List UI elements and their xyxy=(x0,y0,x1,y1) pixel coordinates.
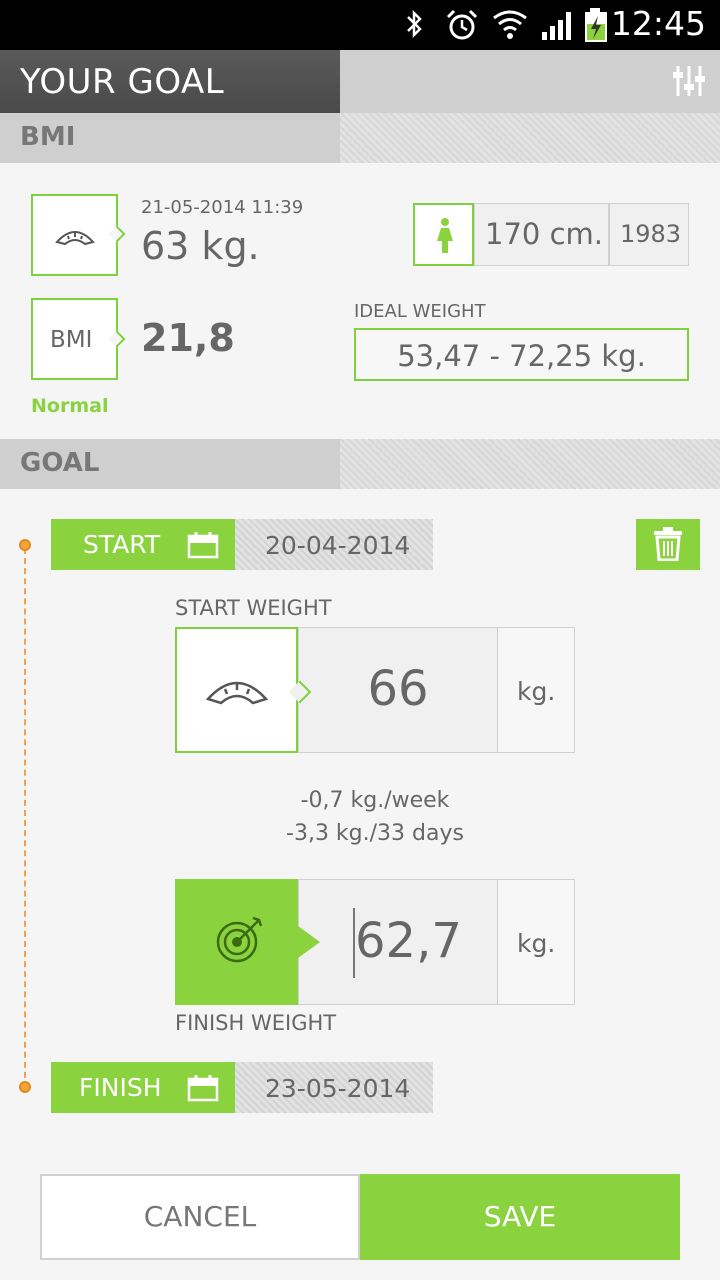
birth-year-field[interactable]: 1983 xyxy=(609,203,689,266)
start-weight-unit-box: kg. xyxy=(497,627,575,753)
timeline-finish-dot xyxy=(19,1081,31,1093)
trash-icon xyxy=(654,527,682,561)
cancel-button[interactable]: CANCEL xyxy=(40,1174,360,1260)
section-label-bmi: BMI xyxy=(20,122,76,152)
finish-date-button[interactable]: FINISH xyxy=(51,1062,235,1113)
app-bar: YOUR GOAL xyxy=(0,50,720,113)
start-weight-label: START WEIGHT xyxy=(175,596,332,620)
status-time: 12:45 xyxy=(610,4,706,43)
section-label-goal: GOAL xyxy=(20,448,100,478)
goal-section-header: GOAL xyxy=(0,439,720,489)
start-date-button[interactable]: START xyxy=(51,519,235,570)
bmi-box-label: BMI xyxy=(50,327,93,353)
female-icon xyxy=(437,218,453,253)
page-title: YOUR GOAL xyxy=(20,62,225,102)
rate-per-week: -0,7 kg./week xyxy=(300,788,450,813)
calendar-icon xyxy=(187,532,219,559)
finish-label: FINISH xyxy=(79,1073,162,1102)
finish-weight-unit-box: kg. xyxy=(497,879,575,1005)
target-icon xyxy=(216,916,263,963)
calendar-icon xyxy=(187,1075,219,1102)
finish-weight-icon-box xyxy=(175,879,298,1005)
ideal-weight-label: IDEAL WEIGHT xyxy=(354,301,486,322)
height-field[interactable]: 170 cm. xyxy=(474,203,609,266)
start-label: START xyxy=(83,530,161,559)
timeline-line xyxy=(24,548,26,1088)
scale-icon xyxy=(55,231,95,246)
save-button[interactable]: SAVE xyxy=(360,1174,680,1260)
start-date-field[interactable]: 20-04-2014 xyxy=(235,519,433,570)
birth-year-value: 1983 xyxy=(620,220,682,248)
wifi-icon xyxy=(493,10,527,39)
status-bar: 12:45 xyxy=(0,0,720,50)
signal-icon xyxy=(542,12,571,40)
finish-weight-field[interactable]: 62,7 xyxy=(298,879,498,1005)
bmi-status: Normal xyxy=(31,395,109,417)
battery-charging-icon xyxy=(585,8,607,42)
start-date: 20-04-2014 xyxy=(265,531,411,560)
height-value: 170 cm. xyxy=(485,217,603,251)
start-weight-value: 66 xyxy=(367,661,429,717)
finish-date-field[interactable]: 23-05-2014 xyxy=(235,1062,433,1113)
finish-weight-value: 62,7 xyxy=(355,913,462,969)
timeline-start-dot xyxy=(19,539,31,551)
finish-weight-label: FINISH WEIGHT xyxy=(175,1011,337,1035)
finish-date: 23-05-2014 xyxy=(265,1074,411,1103)
start-weight-unit: kg. xyxy=(517,677,556,706)
current-weight-box[interactable] xyxy=(31,194,118,276)
ideal-weight-value: 53,47 - 72,25 kg. xyxy=(397,339,646,373)
scale-icon xyxy=(205,681,269,705)
ideal-weight-box: 53,47 - 72,25 kg. xyxy=(354,328,689,381)
start-weight-field[interactable]: 66 xyxy=(298,627,498,753)
bmi-section-header: BMI xyxy=(0,113,720,163)
rate-total: -3,3 kg./33 days xyxy=(286,821,464,846)
weight-date: 21-05-2014 11:39 xyxy=(141,197,304,218)
delete-goal-button[interactable] xyxy=(636,519,700,570)
sliders-icon[interactable] xyxy=(670,62,708,100)
start-weight-icon-box xyxy=(175,627,298,753)
gender-button[interactable] xyxy=(413,203,474,266)
alarm-icon xyxy=(446,9,478,40)
finish-weight-unit: kg. xyxy=(517,929,556,958)
bmi-value: 21,8 xyxy=(141,316,235,360)
bluetooth-icon xyxy=(407,9,422,39)
bmi-box: BMI xyxy=(31,298,118,380)
current-weight-value: 63 kg. xyxy=(141,224,260,268)
